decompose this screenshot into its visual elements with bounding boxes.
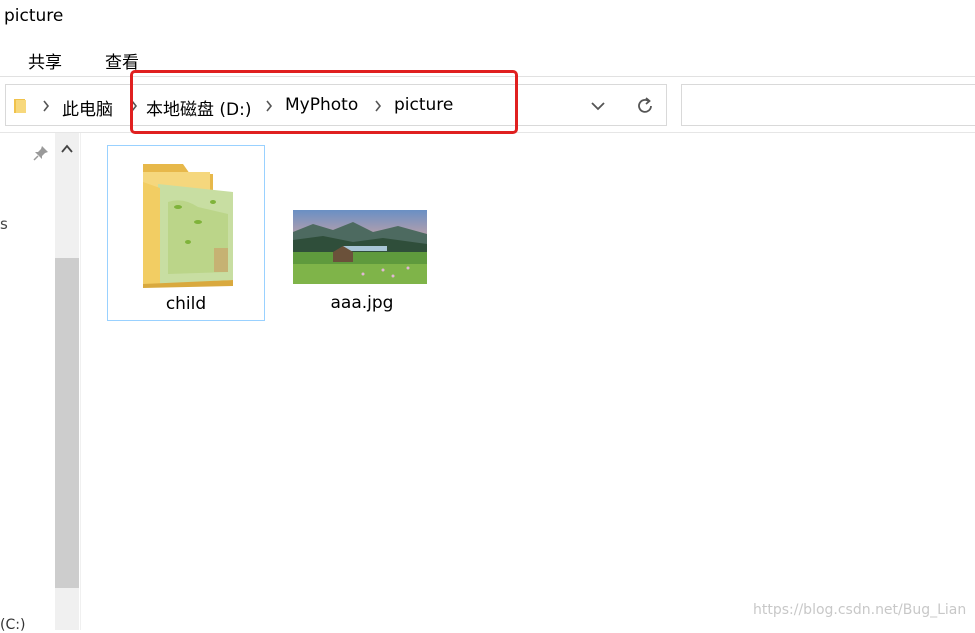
vertical-scrollbar[interactable] [55,133,79,630]
file-name[interactable]: child [108,294,264,314]
highlight-annotation [130,70,518,134]
file-item-folder[interactable]: child [107,145,265,321]
image-thumbnail [293,210,427,284]
search-input[interactable] [681,84,975,126]
file-item-image[interactable]: aaa.jpg [283,145,441,321]
refresh-button[interactable] [622,84,667,126]
watermark: https://blog.csdn.net/Bug_Lian [753,602,967,618]
pin-icon[interactable] [33,145,49,161]
title-bar: picture [0,0,975,36]
scroll-up-icon[interactable] [60,143,74,155]
nav-item-fragment-drive[interactable]: (C:) [0,617,25,633]
chevron-right-icon[interactable] [42,100,50,112]
refresh-icon [638,97,652,113]
scrollbar-thumb[interactable] [55,258,79,588]
folder-icon [14,99,26,113]
file-name[interactable]: aaa.jpg [283,293,441,313]
folder-icon [143,164,233,288]
nav-item-fragment[interactable]: s [0,215,8,233]
breadcrumb-this-pc[interactable]: 此电脑 [62,95,113,120]
chevron-down-icon[interactable] [588,97,608,115]
window-title: picture [4,6,64,26]
tab-share[interactable]: 共享 [28,48,62,73]
